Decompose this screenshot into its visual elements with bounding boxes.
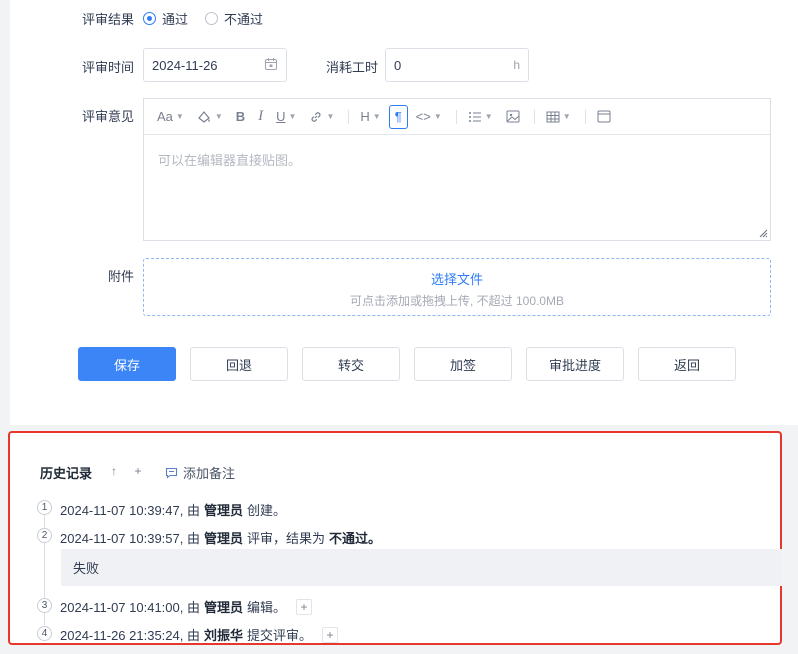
table-icon (546, 111, 560, 122)
radio-fail-label: 不通过 (224, 12, 264, 27)
review-date-input[interactable]: 2024-11-26 (143, 48, 287, 82)
add-comment-plus-icon[interactable]: + (322, 626, 339, 643)
save-button[interactable]: 保存 (78, 347, 176, 381)
entry-action: 提交评审。 (247, 628, 313, 643)
comment-icon (165, 467, 178, 479)
calendar-icon[interactable] (264, 57, 278, 74)
history-index: 3 (37, 598, 52, 613)
italic-button[interactable]: I (253, 105, 268, 129)
attach-label: 附件 (108, 269, 135, 284)
paint-bucket-icon (197, 110, 210, 123)
bold-button[interactable]: B (231, 105, 250, 129)
cost-hours-value: 0 (394, 57, 402, 73)
radio-pass[interactable]: 通过 (143, 9, 188, 28)
table-button[interactable]: ▼ (541, 105, 576, 129)
choose-file-link[interactable]: 选择文件 (144, 269, 770, 288)
chevron-down-icon: ▼ (326, 112, 335, 121)
window-icon (597, 110, 611, 123)
add-note-button[interactable]: 添加备注 (165, 463, 235, 482)
font-size-button[interactable]: Aa ▼ (152, 105, 189, 129)
cost-label: 消耗工时 (326, 60, 379, 75)
radio-fail-indicator[interactable] (205, 12, 218, 25)
toolbar-divider (348, 109, 350, 124)
code-button[interactable]: <> ▼ (411, 105, 447, 129)
cost-unit: h (513, 58, 520, 72)
history-title: 历史记录 (40, 466, 93, 481)
rich-text-editor[interactable]: Aa ▼ ▼ B I U ▼ ▼ H ▼ ¶ <> ▼ ▼ ▼ 可以在编辑器直接… (143, 98, 771, 241)
chevron-down-icon: ▼ (484, 112, 493, 121)
radio-pass-indicator[interactable] (143, 12, 156, 25)
history-index: 1 (37, 500, 52, 515)
list-icon (468, 111, 481, 122)
entry-time: 2024-11-26 21:35:24, 由 (60, 628, 200, 643)
chevron-down-icon: ▼ (433, 112, 442, 121)
toolbar-divider (584, 109, 586, 124)
chevron-down-icon: ▼ (562, 112, 571, 121)
font-size-glyph: Aa (157, 109, 173, 124)
link-icon (311, 111, 321, 122)
opinion-label: 评审意见 (82, 109, 135, 124)
history-entry: 2024-11-07 10:39:57, 由 管理员 评审，结果为 不通过。 (60, 528, 385, 547)
heading-button[interactable]: H ▼ (355, 105, 385, 129)
entry-action: 编辑。 (247, 600, 287, 615)
history-entry: 2024-11-07 10:39:47, 由 管理员 创建。 (60, 500, 286, 519)
image-icon (506, 110, 520, 123)
review-date-value: 2024-11-26 (152, 57, 218, 73)
history-entry: 2024-11-26 21:35:24, 由 刘振华 提交评审。 + (60, 625, 339, 644)
entry-user: 刘振华 (203, 628, 243, 643)
history-entry: 2024-11-07 10:41:00, 由 管理员 编辑。 + (60, 597, 313, 616)
expand-plus-icon[interactable]: + (130, 463, 146, 479)
fullscreen-button[interactable] (592, 105, 616, 129)
list-button[interactable]: ▼ (463, 105, 498, 129)
entry-time: 2024-11-07 10:39:47, 由 (60, 503, 200, 518)
history-index: 2 (37, 528, 52, 543)
underline-button[interactable]: U ▼ (271, 105, 301, 129)
countersign-button[interactable]: 加签 (414, 347, 512, 381)
link-button[interactable]: ▼ (304, 105, 339, 129)
result-label: 评审结果 (82, 12, 135, 27)
entry-user: 管理员 (203, 531, 243, 546)
code-glyph: <> (415, 109, 431, 124)
underline-glyph: U (276, 109, 286, 124)
toolbar-divider (533, 109, 535, 124)
add-note-label: 添加备注 (183, 466, 236, 481)
history-index: 4 (37, 626, 52, 641)
history-comment: 失败 (61, 549, 782, 586)
time-label: 评审时间 (82, 60, 135, 75)
toolbar-divider (455, 109, 457, 124)
cost-hours-input[interactable]: 0 h (385, 48, 529, 82)
chevron-down-icon: ▼ (214, 112, 223, 121)
entry-time: 2024-11-07 10:39:57, 由 (60, 531, 200, 546)
sort-up-icon[interactable]: ↑ (106, 463, 122, 479)
resize-handle-icon[interactable] (758, 228, 768, 238)
transfer-button[interactable]: 转交 (302, 347, 400, 381)
radio-pass-label: 通过 (162, 12, 189, 27)
approval-progress-button[interactable]: 审批进度 (526, 347, 624, 381)
color-button[interactable]: ▼ (192, 105, 228, 129)
heading-glyph: H (360, 109, 370, 124)
back-button[interactable]: 回退 (190, 347, 288, 381)
entry-action: 创建。 (247, 503, 287, 518)
return-button[interactable]: 返回 (638, 347, 736, 381)
entry-user: 管理员 (203, 600, 243, 615)
editor-placeholder: 可以在编辑器直接贴图。 (158, 153, 302, 168)
upload-hint: 可点击添加或拖拽上传, 不超过 100.0MB (349, 294, 565, 308)
entry-result: 不通过。 (329, 531, 382, 546)
chevron-down-icon: ▼ (175, 112, 184, 121)
chevron-down-icon: ▼ (372, 112, 381, 121)
image-button[interactable] (501, 105, 525, 129)
add-comment-plus-icon[interactable]: + (296, 598, 313, 615)
editor-toolbar: Aa ▼ ▼ B I U ▼ ▼ H ▼ ¶ <> ▼ ▼ ▼ (144, 99, 770, 135)
entry-action: 评审，结果为 (247, 531, 326, 546)
entry-user: 管理员 (203, 503, 243, 518)
entry-time: 2024-11-07 10:41:00, 由 (60, 600, 200, 615)
history-panel: 历史记录 ↑ + 添加备注 1 2024-11-07 10:39:47, 由 管… (8, 431, 782, 645)
paragraph-button[interactable]: ¶ (388, 104, 408, 129)
radio-fail[interactable]: 不通过 (205, 9, 263, 28)
file-upload-area[interactable]: 选择文件 可点击添加或拖拽上传, 不超过 100.0MB (143, 258, 771, 316)
chevron-down-icon: ▼ (288, 112, 297, 121)
